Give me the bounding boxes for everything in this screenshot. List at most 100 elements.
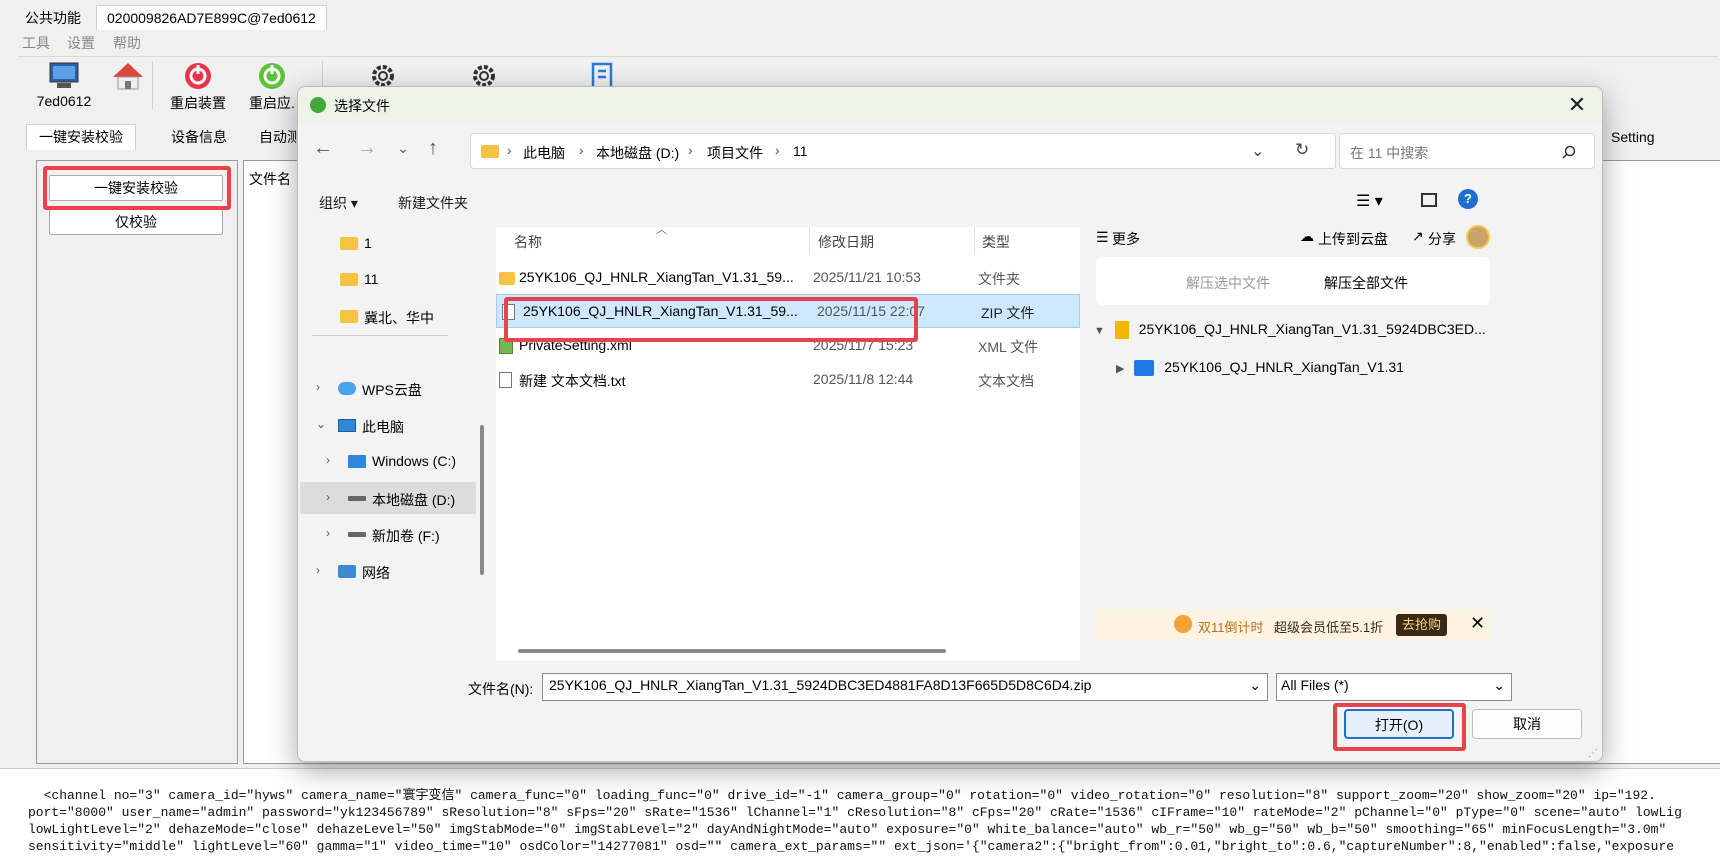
tree-item-this-pc[interactable]: ⌄ 此电脑 <box>300 409 476 441</box>
chevron-right-icon: › <box>579 142 584 158</box>
address-bar[interactable]: › 此电脑 › 本地磁盘 (D:) › 项目文件 › 11 ⌄ ↻ <box>470 133 1336 169</box>
column-header-type[interactable]: 类型 <box>982 232 1010 252</box>
breadcrumb-11[interactable]: 11 <box>793 143 808 159</box>
left-panel: 一键安装校验 仅校验 <box>36 160 238 764</box>
chevron-down-icon[interactable]: ▼ <box>1094 325 1105 337</box>
breadcrumb-this-pc[interactable]: 此电脑 <box>523 143 565 163</box>
tree-item-folder-11[interactable]: 11 <box>300 263 476 295</box>
view-options-icon[interactable]: ☰ ▾ <box>1356 191 1383 211</box>
column-header-date[interactable]: 修改日期 <box>818 232 874 252</box>
search-input[interactable]: 在 11 中搜索 <box>1339 133 1595 169</box>
file-date: 2025/11/21 10:53 <box>813 269 921 285</box>
more-icon[interactable]: ☰ <box>1096 229 1109 246</box>
file-row[interactable]: 25YK106_QJ_HNLR_XiangTan_V1.31_59... 202… <box>474 261 1058 295</box>
forward-arrow-icon[interactable]: → <box>352 133 382 163</box>
menu-bar: 工具 设置 帮助 <box>0 30 1720 54</box>
toolbar-divider <box>152 61 153 109</box>
close-icon[interactable]: ✕ <box>1562 92 1592 118</box>
extract-selected-button[interactable]: 解压选中文件 <box>1186 273 1270 293</box>
breadcrumb-drive-d[interactable]: 本地磁盘 (D:) <box>596 143 679 163</box>
more-button[interactable]: 更多 <box>1112 229 1140 249</box>
avatar[interactable] <box>1466 225 1490 249</box>
home-button[interactable] <box>108 59 148 111</box>
chevron-right-icon[interactable]: › <box>326 526 330 540</box>
chevron-down-icon[interactable]: ⌄ <box>316 417 326 431</box>
resize-grip-icon[interactable]: ⋰ <box>1588 748 1598 759</box>
verify-only-button[interactable]: 仅校验 <box>49 209 223 235</box>
column-divider <box>809 227 810 255</box>
chevron-right-icon[interactable]: › <box>326 453 330 467</box>
close-icon[interactable]: ✕ <box>1470 613 1485 634</box>
share-button[interactable]: 分享 <box>1428 229 1456 249</box>
tree-item-folder-1[interactable]: 1 <box>300 227 476 259</box>
column-divider <box>974 227 975 255</box>
tree-scrollbar[interactable] <box>480 425 484 575</box>
tree-item-network[interactable]: › 网络 <box>300 555 476 587</box>
tab-public-functions[interactable]: 公共功能 <box>14 5 92 30</box>
archive-tree-root[interactable]: ▼ 25YK106_QJ_HNLR_XiangTan_V1.31_5924DBC… <box>1094 321 1486 340</box>
chevron-down-icon[interactable]: ⌄ <box>1249 677 1261 694</box>
breadcrumb-project-files[interactable]: 项目文件 <box>707 143 763 163</box>
back-arrow-icon[interactable]: ← <box>308 133 338 163</box>
power-red-icon <box>185 63 211 89</box>
folder-icon <box>340 237 358 250</box>
tab-device-info[interactable]: 设备信息 <box>158 124 240 150</box>
help-icon[interactable]: ? <box>1458 189 1478 209</box>
filename-value: 25YK106_QJ_HNLR_XiangTan_V1.31_5924DBC3E… <box>549 677 1092 693</box>
archive-tree-child[interactable]: ▶ 25YK106_QJ_HNLR_XiangTan_V1.31 <box>1116 359 1404 377</box>
chevron-right-icon[interactable]: › <box>316 563 320 577</box>
promo-banner: 双11倒计时 超级会员低至5.1折 去抢购 ✕ <box>1096 609 1490 641</box>
chevron-right-icon[interactable]: ▶ <box>1116 363 1124 375</box>
file-type: ZIP 文件 <box>981 305 1035 321</box>
new-folder-button[interactable]: 新建文件夹 <box>398 193 468 213</box>
tree-item-drive-c[interactable]: › Windows (C:) <box>300 445 476 477</box>
filename-input[interactable]: 25YK106_QJ_HNLR_XiangTan_V1.31_5924DBC3E… <box>542 673 1268 701</box>
app-tab-bar: 公共功能 020009826AD7E899C@7ed0612 <box>0 0 1720 30</box>
preview-pane-icon[interactable] <box>1421 193 1437 207</box>
file-name: 25YK106_QJ_HNLR_XiangTan_V1.31_59... <box>519 269 794 285</box>
tree-item-label: 网络 <box>362 565 390 581</box>
file-type: XML 文件 <box>978 339 1039 355</box>
computer-icon <box>49 62 79 88</box>
restart-app-button[interactable]: 重启应. <box>242 59 302 111</box>
highlight-box <box>1333 703 1466 751</box>
up-arrow-icon[interactable]: ↑ <box>418 133 448 163</box>
tab-install-verify[interactable]: 一键安装校验 <box>26 124 136 150</box>
tree-item-label: 冀北、华中 <box>364 310 434 326</box>
tree-item-drive-d[interactable]: › 本地磁盘 (D:) <box>300 482 476 514</box>
chevron-down-icon[interactable]: ⌄ <box>388 133 418 163</box>
menu-help[interactable]: 帮助 <box>113 33 141 53</box>
dialog-title-bar: 选择文件 ✕ <box>298 87 1602 123</box>
home-icon <box>113 63 143 90</box>
file-type-select[interactable]: All Files (*) ⌄ <box>1276 673 1512 701</box>
share-icon[interactable]: ↗ <box>1412 228 1424 245</box>
log-line: port="8000" user_name="admin" password="… <box>28 805 1682 820</box>
device-button[interactable]: 7ed0612 <box>26 59 102 111</box>
promo-button[interactable]: 去抢购 <box>1396 614 1448 636</box>
menu-settings[interactable]: 设置 <box>67 33 95 53</box>
restart-device-button[interactable]: 重启装置 <box>160 59 236 111</box>
refresh-icon[interactable]: ↻ <box>1295 140 1309 160</box>
chevron-down-icon[interactable]: ⌄ <box>1251 141 1264 161</box>
tree-item-drive-f[interactable]: › 新加卷 (F:) <box>300 518 476 550</box>
chevron-right-icon[interactable]: › <box>316 380 320 394</box>
horizontal-scrollbar[interactable] <box>518 649 946 653</box>
tree-item-folder-jibei[interactable]: 冀北、华中 <box>300 300 476 332</box>
extract-all-button[interactable]: 解压全部文件 <box>1324 273 1408 293</box>
upload-button[interactable]: 上传到云盘 <box>1318 229 1388 249</box>
chevron-down-icon[interactable]: ⌄ <box>1493 677 1505 694</box>
tree-item-wps-cloud[interactable]: › WPS云盘 <box>300 372 476 404</box>
tab-device[interactable]: 020009826AD7E899C@7ed0612 <box>96 5 327 30</box>
file-row[interactable]: 新建 文本文档.txt 2025/11/8 12:44 文本文档 <box>474 363 1058 397</box>
organize-button[interactable]: 组织 ▾ <box>319 193 358 213</box>
column-header-name[interactable]: 名称 <box>514 232 542 252</box>
log-output: <channel no="3" camera_id="hyws" camera_… <box>0 768 1720 860</box>
menu-tools[interactable]: 工具 <box>22 33 50 53</box>
tree-item-label: Windows (C:) <box>372 453 457 469</box>
cancel-button[interactable]: 取消 <box>1472 709 1582 739</box>
drive-icon <box>348 532 366 537</box>
tab-setting[interactable]: Setting <box>1598 124 1668 150</box>
chevron-right-icon[interactable]: › <box>326 490 330 504</box>
cloud-upload-icon[interactable]: ☁ <box>1300 228 1314 245</box>
file-open-dialog: 选择文件 ✕ ← → ⌄ ↑ › 此电脑 › 本地磁盘 (D:) › 项目文件 … <box>297 86 1603 762</box>
